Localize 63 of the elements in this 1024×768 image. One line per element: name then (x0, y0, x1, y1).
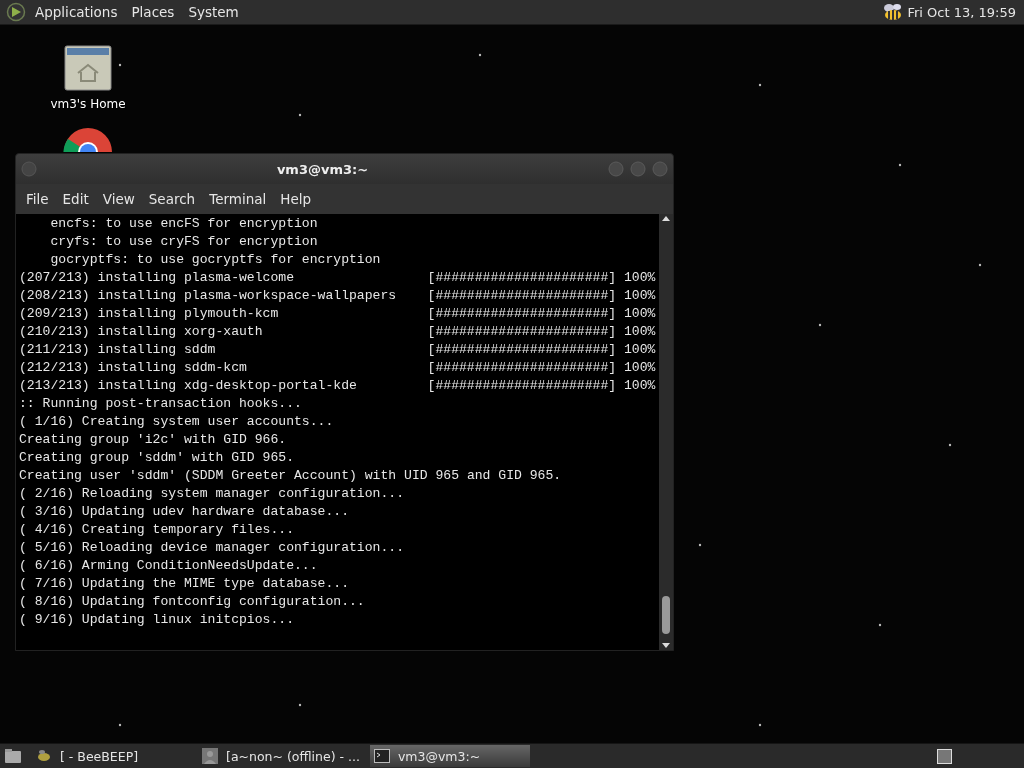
progress-text: [######################] (427, 305, 617, 323)
progress-text: [######################] (427, 323, 617, 341)
window-title: vm3@vm3:~ (275, 161, 370, 177)
output-line: :: Running post-transaction hooks... (19, 395, 302, 413)
person-icon (202, 748, 218, 764)
menu-item[interactable]: Search (142, 188, 202, 210)
output-line: (213/213) installing xdg-desktop-portal-kde (19, 377, 358, 395)
output-line: Creating user 'sddm' (SDDM Greeter Account) with UID 965 and GID 965. (19, 467, 562, 485)
scroll-down-icon[interactable] (661, 642, 671, 650)
show-desktop-icon[interactable] (4, 748, 22, 764)
output-line: ( 4/16) Creating temporary files... (19, 521, 294, 539)
task-button[interactable]: [a~non~ (offline) - ... (198, 745, 364, 767)
progress-text: [######################] (427, 377, 617, 395)
percent-text: 100% (624, 287, 656, 305)
bee-icon (36, 748, 52, 764)
percent-text: 100% (624, 377, 656, 395)
output-line: ( 1/16) Creating system user accounts... (19, 413, 334, 431)
output-line: ( 9/16) Updating linux initcpios... (19, 611, 294, 629)
output-line: ( 2/16) Reloading system manager configuration... (19, 485, 405, 503)
percent-text: 100% (624, 359, 656, 377)
menu-item[interactable]: File (20, 188, 55, 210)
progress-text: [######################] (427, 269, 617, 287)
scrollbar[interactable] (659, 214, 673, 650)
menu-item[interactable]: Edit (56, 188, 95, 210)
workspace-switcher[interactable] (937, 748, 952, 764)
output-line: Creating group 'sddm' with GID 965. (19, 449, 294, 467)
output-line: ( 8/16) Updating fontconfig configuration... (19, 593, 365, 611)
output-line: (210/213) installing xorg-xauth (19, 323, 264, 341)
task-button[interactable]: vm3@vm3:~ (369, 745, 530, 767)
output-line: (212/213) installing sddm-kcm (19, 359, 248, 377)
menu-item[interactable]: Terminal (203, 188, 273, 210)
icon-label: vm3's Home (50, 97, 126, 111)
output-line: ( 7/16) Updating the MIME type database... (19, 575, 350, 593)
percent-text: 100% (624, 341, 656, 359)
percent-text: 100% (624, 305, 656, 323)
menu-item[interactable]: System (183, 2, 244, 22)
progress-text: [######################] (427, 359, 617, 377)
bee-icon[interactable] (881, 2, 904, 22)
output-line: ( 6/16) Arming ConditionNeedsUpdate... (19, 557, 318, 575)
output-line: Creating group 'i2c' with GID 966. (19, 431, 287, 449)
output-line: cryfs: to use cryFS for encryption (49, 233, 318, 251)
home-folder-icon[interactable] (64, 45, 112, 91)
output-line: (207/213) installing plasma-welcome (19, 269, 295, 287)
output-line: (211/213) installing sddm (19, 341, 217, 359)
scroll-thumb[interactable] (662, 596, 670, 634)
percent-text: 100% (624, 323, 656, 341)
terminal-icon (373, 748, 390, 764)
menu-item[interactable]: Places (126, 2, 180, 22)
output-line: (208/213) installing plasma-workspace-wallpapers (19, 287, 398, 305)
menu-item[interactable]: Help (274, 188, 318, 210)
clock[interactable]: Fri Oct 13, 19:59 (907, 4, 1016, 20)
output-line: encfs: to use encFS for encryption (49, 215, 318, 233)
output-line: ( 5/16) Reloading device manager configuration... (19, 539, 405, 557)
output-line: gocryptfs: to use gocryptfs for encryption (49, 251, 381, 269)
percent-text: 100% (624, 269, 656, 287)
progress-text: [######################] (427, 287, 617, 305)
task-button[interactable]: [ - BeeBEEP] (32, 745, 192, 767)
menu-item[interactable]: Applications (30, 2, 123, 22)
progress-text: [######################] (427, 341, 617, 359)
output-line: ( 3/16) Updating udev hardware database... (19, 503, 350, 521)
play-logo-icon[interactable] (6, 2, 26, 22)
output-line: (209/213) installing plymouth-kcm (19, 305, 280, 323)
menu-item[interactable]: View (96, 188, 141, 210)
